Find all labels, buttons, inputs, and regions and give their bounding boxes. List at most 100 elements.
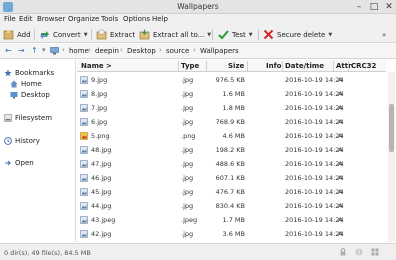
up-arrow-icon[interactable]: ↑ bbox=[31, 46, 38, 55]
forward-arrow-icon[interactable]: → bbox=[18, 46, 25, 55]
column-name[interactable]: Name > bbox=[81, 62, 112, 70]
file-row[interactable]: 43.jpeg .jpeg 1.7 MB 2016-10-19 14:24 A bbox=[77, 213, 386, 227]
back-arrow-icon[interactable]: ← bbox=[5, 46, 12, 55]
minimize-icon[interactable]: – bbox=[353, 1, 365, 13]
file-row[interactable]: 9.jpg .jpg 976.5 KB 2016-10-19 14:24 A bbox=[77, 73, 386, 87]
file-row[interactable]: 7.jpg .jpg 1.8 MB 2016-10-19 14:24 A bbox=[77, 101, 386, 115]
file-name: 6.jpg bbox=[91, 118, 108, 126]
file-attr: A bbox=[338, 230, 343, 238]
toolbar: Add Convert ▼ Extract Extract all to... ▼ … bbox=[0, 25, 396, 43]
sidebar-item-desktop[interactable]: Desktop bbox=[10, 91, 50, 99]
file-date: 2016-10-19 14:24 bbox=[285, 118, 344, 126]
test-button[interactable]: Test ▼ bbox=[218, 28, 253, 41]
scrollbar-thumb[interactable] bbox=[389, 104, 394, 152]
menu-file[interactable]: File bbox=[4, 15, 16, 23]
title-bar: Wallpapers – □ ✕ bbox=[0, 0, 396, 14]
chevron-down-icon[interactable]: ▼ bbox=[207, 32, 211, 38]
file-size: 4.6 MB bbox=[222, 132, 245, 140]
file-attr: A bbox=[338, 160, 343, 168]
file-row[interactable]: 42.jpg .jpg 3.6 MB 2016-10-19 14:24 A bbox=[77, 227, 386, 241]
menu-edit[interactable]: Edit bbox=[19, 15, 33, 23]
close-icon[interactable]: ✕ bbox=[383, 1, 395, 13]
checkmark-icon bbox=[218, 29, 229, 40]
computer-icon[interactable] bbox=[50, 47, 59, 55]
column-date-time[interactable]: Date/time bbox=[285, 62, 324, 70]
extract-all-button[interactable]: Extract all to... ▼ bbox=[139, 28, 211, 41]
convert-button[interactable]: Convert ▼ bbox=[39, 28, 88, 41]
file-name: 9.jpg bbox=[91, 76, 108, 84]
toolbar-overflow-button[interactable]: » bbox=[382, 28, 386, 41]
file-type: .jpg bbox=[181, 160, 194, 168]
png-file-icon bbox=[80, 132, 88, 140]
add-button[interactable]: Add bbox=[3, 28, 31, 41]
image-file-icon bbox=[80, 230, 88, 238]
add-label: Add bbox=[17, 30, 31, 39]
image-file-icon bbox=[80, 188, 88, 196]
file-row[interactable]: 8.jpg .jpg 1.6 MB 2016-10-19 14:24 A bbox=[77, 87, 386, 101]
file-row[interactable]: 47.jpg .jpg 488.6 KB 2016-10-19 14:24 A bbox=[77, 157, 386, 171]
file-row[interactable]: 46.jpg .jpg 607.1 KB 2016-10-19 14:24 A bbox=[77, 171, 386, 185]
extract-button[interactable]: Extract bbox=[96, 28, 135, 41]
column-size[interactable]: Size bbox=[228, 62, 244, 70]
file-row[interactable]: 6.jpg .jpg 768.9 KB 2016-10-19 14:24 A bbox=[77, 115, 386, 129]
extract-all-icon bbox=[139, 29, 150, 40]
file-row[interactable]: 5.png .png 4.6 MB 2016-10-19 14:24 A bbox=[77, 129, 386, 143]
extract-all-label: Extract all to... bbox=[153, 30, 205, 39]
column-attr[interactable]: Attr bbox=[336, 62, 352, 70]
chevron-down-icon[interactable]: ▼ bbox=[84, 32, 88, 38]
file-date: 2016-10-19 14:24 bbox=[285, 76, 344, 84]
menu-tools[interactable]: Tools bbox=[101, 15, 118, 23]
column-crc32[interactable]: CRC32 bbox=[351, 62, 376, 70]
file-size: 476.7 KB bbox=[215, 188, 245, 196]
file-attr: A bbox=[338, 118, 343, 126]
breadcrumb-deepin[interactable]: deepin bbox=[95, 47, 119, 55]
grid-view-icon[interactable] bbox=[371, 248, 379, 256]
breadcrumb-source[interactable]: source bbox=[166, 47, 189, 55]
sidebar-item-history[interactable]: History bbox=[4, 137, 40, 145]
window-title: Wallpapers bbox=[177, 2, 219, 11]
sidebar-item-bookmarks[interactable]: Bookmarks bbox=[4, 69, 54, 77]
menu-organize[interactable]: Organize bbox=[68, 15, 99, 23]
menu-options[interactable]: Options bbox=[123, 15, 150, 23]
sidebar-item-open[interactable]: Open bbox=[4, 159, 34, 167]
file-list: Name > Type Size Info Date/time Attr CRC… bbox=[77, 60, 386, 242]
breadcrumb-home[interactable]: home bbox=[69, 47, 89, 55]
maximize-icon[interactable]: □ bbox=[368, 1, 380, 13]
file-name: 7.jpg bbox=[91, 104, 108, 112]
chevron-down-icon[interactable]: ▾ bbox=[42, 46, 46, 54]
home-icon bbox=[10, 80, 18, 88]
file-attr: A bbox=[338, 90, 343, 98]
secure-delete-button[interactable]: Secure delete ▼ bbox=[263, 28, 332, 41]
file-size: 1.8 MB bbox=[222, 104, 245, 112]
lock-icon[interactable] bbox=[339, 248, 347, 256]
file-name: 43.jpeg bbox=[91, 216, 116, 224]
breadcrumb-wallpapers[interactable]: Wallpapers bbox=[200, 47, 239, 55]
menu-help[interactable]: Help bbox=[152, 15, 168, 23]
vertical-scrollbar[interactable] bbox=[388, 72, 395, 242]
file-attr: A bbox=[338, 174, 343, 182]
breadcrumb-desktop[interactable]: Desktop bbox=[127, 47, 156, 55]
extract-label: Extract bbox=[110, 30, 136, 39]
file-name: 48.jpg bbox=[91, 146, 112, 154]
chevron-down-icon[interactable]: ▼ bbox=[249, 32, 253, 38]
file-row[interactable]: 48.jpg .jpg 198.2 KB 2016-10-19 14:24 A bbox=[77, 143, 386, 157]
column-type[interactable]: Type bbox=[181, 62, 199, 70]
sidebar-item-filesystem[interactable]: Filesystem bbox=[4, 114, 52, 122]
toolbar-divider bbox=[34, 29, 35, 40]
chevron-down-icon[interactable]: ▼ bbox=[328, 32, 332, 38]
file-type: .png bbox=[181, 132, 196, 140]
sidebar-item-home[interactable]: Home bbox=[10, 80, 42, 88]
file-name: 44.jpg bbox=[91, 202, 112, 210]
file-date: 2016-10-19 14:24 bbox=[285, 230, 344, 238]
convert-label: Convert bbox=[53, 30, 81, 39]
file-size: 976.5 KB bbox=[215, 76, 245, 84]
file-type: .jpg bbox=[181, 174, 194, 182]
file-row[interactable]: 44.jpg .jpg 830.4 KB 2016-10-19 14:24 A bbox=[77, 199, 386, 213]
file-attr: A bbox=[338, 202, 343, 210]
toolbar-divider bbox=[212, 29, 213, 40]
info-icon[interactable] bbox=[355, 248, 363, 256]
menu-browser[interactable]: Browser bbox=[37, 15, 65, 23]
file-date: 2016-10-19 14:24 bbox=[285, 132, 344, 140]
file-row[interactable]: 45.jpg .jpg 476.7 KB 2016-10-19 14:24 A bbox=[77, 185, 386, 199]
column-info[interactable]: Info bbox=[266, 62, 281, 70]
